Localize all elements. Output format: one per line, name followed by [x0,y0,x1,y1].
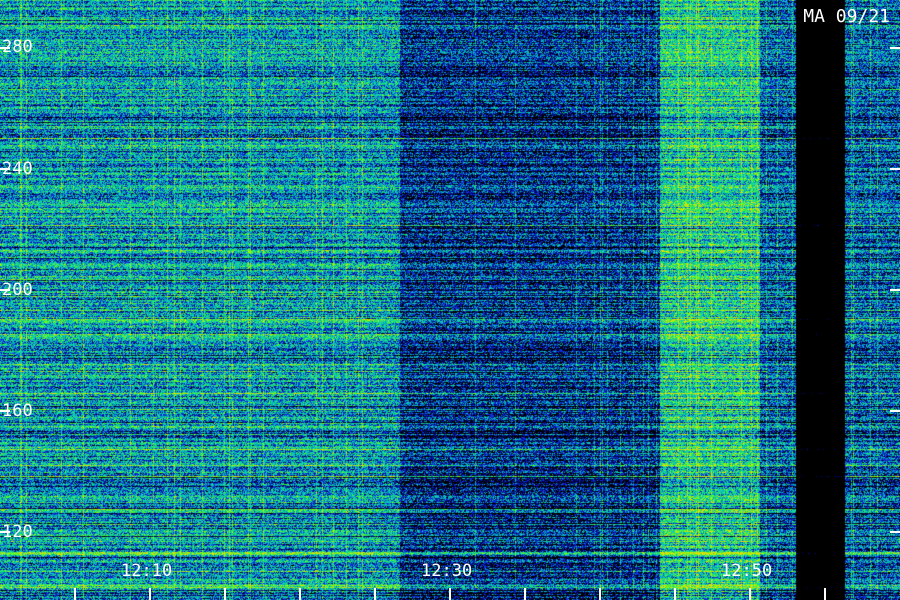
x-tick [749,588,751,600]
x-tick [524,588,526,600]
y-tick-right [890,168,900,170]
x-tick [599,588,601,600]
x-label-1210: 12:10 [121,561,173,581]
x-label-1230: 12:30 [421,561,473,581]
y-tick-right [890,289,900,291]
y-tick [0,410,10,412]
y-tick [0,531,10,533]
y-tick [0,289,10,291]
y-tick [0,47,10,49]
spectrogram-canvas [0,0,900,600]
y-tick-right [890,410,900,412]
y-tick-right [890,47,900,49]
x-tick [374,588,376,600]
x-tick [74,588,76,600]
x-tick [224,588,226,600]
x-tick [299,588,301,600]
x-label-1250: 12:50 [721,561,773,581]
station-date-label: MA 09/21 [803,6,890,27]
x-tick [674,588,676,600]
x-tick [824,588,826,600]
x-tick [449,588,451,600]
waterfall-spectrogram: MA 09/21 280 240 200 160 120 12:10 12:30… [0,0,900,600]
y-tick [0,168,10,170]
y-tick-right [890,531,900,533]
x-tick [149,588,151,600]
